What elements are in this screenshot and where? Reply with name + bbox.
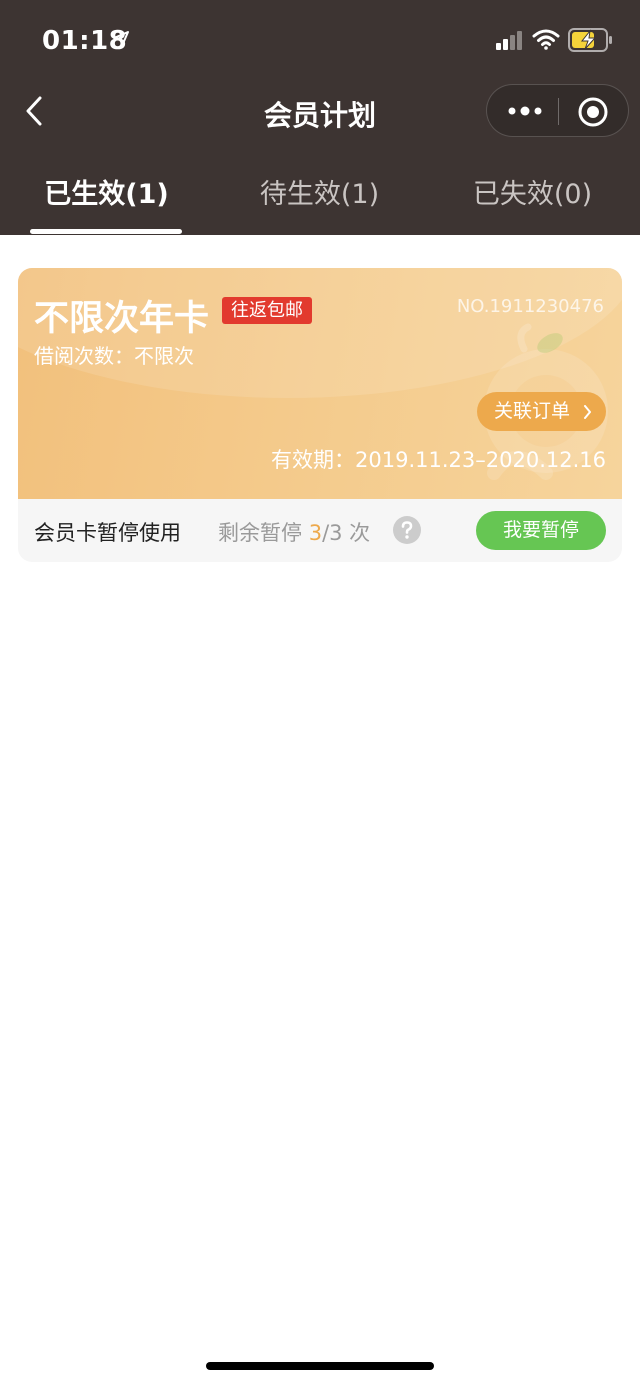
related-order-label: 关联订单 [494,400,571,422]
mini-program-capsule [486,84,629,137]
pause-remaining-count: 3 [308,521,323,545]
pause-button[interactable]: 我要暂停 [476,511,606,550]
tab-active[interactable]: 已生效(1) [0,172,213,211]
pause-remaining: 剩余暂停 3/3 次 [218,517,370,547]
wifi-icon [532,29,560,50]
pause-remaining-prefix: 剩余暂停 [218,521,309,545]
pause-row: 会员卡暂停使用 剩余暂停 3/3 次 我要暂停 [18,499,622,562]
home-indicator [206,1362,434,1370]
card-name: 不限次年卡 [34,299,210,339]
tab-expired[interactable]: 已失效(0) [426,172,639,211]
borrow-count: 借阅次数：不限次 [34,344,194,368]
shipping-badge: 往返包邮 [222,297,312,324]
related-order-button[interactable]: 关联订单 [477,392,606,431]
help-question-icon[interactable] [393,516,421,544]
pause-title: 会员卡暂停使用 [34,521,181,545]
tab-underline [30,229,182,234]
pause-remaining-suffix: /3 次 [322,521,371,545]
tab-pending[interactable]: 待生效(1) [213,172,426,211]
battery-charging-icon [568,28,612,52]
nav-bar: 会员计划 [0,80,640,144]
more-dots-icon[interactable] [505,98,545,124]
validity-period: 有效期：2019.11.23–2020.12.16 [271,448,606,472]
status-bar: 01:18 [0,0,640,80]
chevron-right-icon [584,405,591,419]
card-number: NO.1911230476 [456,296,604,317]
header: 01:18 会员计划 已生效(1) 待生效(1) 已失效(0) [0,0,640,235]
membership-card: 不限次年卡 往返包邮 NO.1911230476 借阅次数：不限次 关联订单 有… [18,268,622,562]
signal-icon [496,31,522,50]
card-face: 不限次年卡 往返包邮 NO.1911230476 借阅次数：不限次 关联订单 有… [18,268,622,499]
close-target-icon[interactable] [577,96,609,128]
capsule-divider [558,98,559,125]
tab-bar: 已生效(1) 待生效(1) 已失效(0) [0,150,640,235]
location-arrow-icon [113,31,129,47]
